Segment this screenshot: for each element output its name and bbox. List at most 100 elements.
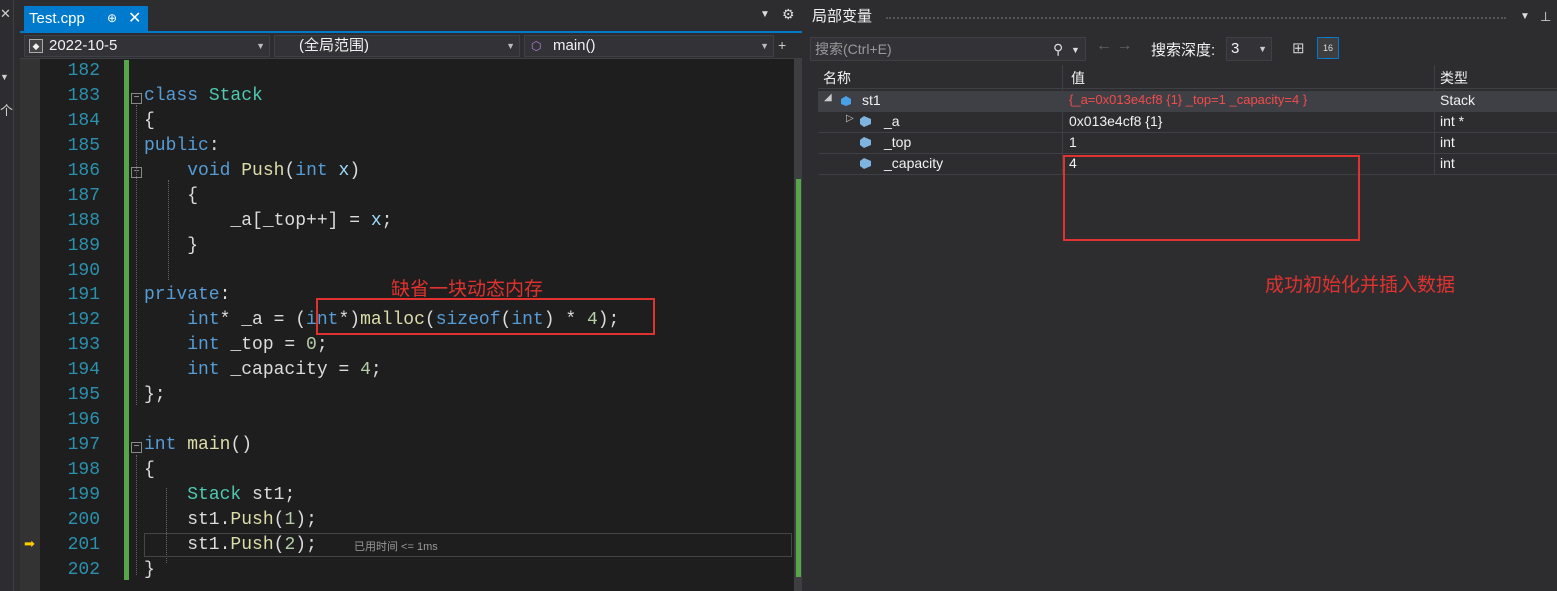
search-depth-select[interactable]: 3 ▼ [1226, 37, 1272, 61]
close-icon[interactable]: ✕ [0, 6, 11, 22]
execution-pointer-icon[interactable]: ➡ [24, 536, 35, 552]
variable-type: int [1440, 134, 1455, 150]
line-number: 182 [67, 61, 100, 81]
project-dropdown[interactable]: ◆ 2022-10-5 ▼ [24, 35, 270, 57]
line-number: 198 [67, 460, 100, 480]
tab-test-cpp[interactable]: Test.cpp ⊕ ✕ [24, 6, 148, 31]
split-editor-icon[interactable]: + [778, 37, 786, 53]
search-depth-label: 搜索深度: [1151, 42, 1216, 59]
chevron-down-icon[interactable]: ▼ [1071, 39, 1080, 61]
line-number: 188 [67, 211, 100, 231]
annotation-text-locals: 成功初始化并插入数据 [1265, 275, 1456, 296]
line-number: 200 [67, 510, 100, 530]
chevron-down-icon: ▼ [506, 41, 515, 51]
chevron-down-icon[interactable]: ▼ [0, 72, 9, 82]
line-number: 189 [67, 236, 100, 256]
line-number: 186 [67, 161, 100, 181]
function-dropdown[interactable]: ⬡ main() ▼ [524, 35, 774, 57]
column-header-value[interactable]: 值 [1071, 68, 1085, 88]
code-line: st1.Push(2); [144, 535, 317, 555]
scope-dropdown[interactable]: (全局范围) ▼ [274, 35, 520, 57]
field-icon [860, 136, 872, 148]
locals-window: 局部变量 ▼ ⊥ 搜索(Ctrl+E) ⚲ ▼ ← → 搜索深度: 3 ▼ ⊞ … [808, 0, 1557, 591]
variable-type: int [1440, 155, 1455, 171]
code-line: int _capacity = 4; [187, 360, 382, 380]
indicator-margin[interactable] [20, 59, 40, 591]
line-number: 193 [67, 335, 100, 355]
collapse-arrow-icon[interactable]: ◢ [824, 92, 832, 103]
expand-arrow-icon[interactable]: ▷ [846, 113, 854, 124]
line-number: 184 [67, 111, 100, 131]
chevron-down-icon: ▼ [760, 41, 769, 51]
structure-guide [136, 455, 137, 575]
object-icon [840, 94, 852, 106]
line-number: 192 [67, 310, 100, 330]
code-line: { [144, 460, 155, 480]
function-label: main() [553, 37, 596, 54]
line-number: 194 [67, 360, 100, 380]
annotation-box-locals [1063, 155, 1360, 241]
variable-name: _capacity [884, 155, 944, 171]
column-header-name[interactable]: 名称 [823, 68, 851, 88]
code-line: class Stack [144, 86, 263, 106]
variable-value[interactable]: 0x013e4cf8 {1} [1069, 113, 1162, 129]
table-row[interactable]: ▷ _a 0x013e4cf8 {1} int * [818, 112, 1557, 133]
line-number: 187 [67, 186, 100, 206]
code-line: st1.Push(1); [144, 510, 317, 530]
hex-display-toggle[interactable]: 16 [1317, 37, 1339, 59]
grid-header: 名称 值 类型 [818, 65, 1557, 89]
locals-search-input[interactable]: 搜索(Ctrl+E) ⚲ ▼ [810, 37, 1086, 61]
collapse-toggle[interactable]: − [131, 442, 142, 453]
editor-vertical-scrollbar[interactable] [794, 59, 802, 591]
variable-value[interactable]: {_a=0x013e4cf8 {1} _top=1 _capacity=4 } [1069, 92, 1307, 107]
line-number: 185 [67, 136, 100, 156]
variable-name: _a [884, 113, 900, 129]
close-tab-icon[interactable]: ✕ [128, 6, 141, 31]
line-number: 183 [67, 86, 100, 106]
field-icon [860, 115, 872, 127]
change-tracking-bar [124, 60, 129, 580]
project-label: 2022-10-5 [49, 37, 118, 54]
pin-icon[interactable]: ⊥ [1540, 0, 1551, 34]
toolbox-tab-char[interactable]: 个 [0, 100, 13, 119]
code-line: { [144, 111, 155, 131]
search-nav-arrows[interactable]: ← → [1096, 37, 1132, 55]
variable-value[interactable]: 1 [1069, 134, 1077, 150]
search-depth-value: 3 [1231, 40, 1240, 57]
line-number: 190 [67, 261, 100, 281]
variable-name: st1 [862, 92, 881, 108]
locals-title-bar: 局部变量 ▼ ⊥ [808, 0, 1557, 34]
variable-type: int * [1440, 113, 1465, 129]
pin-columns-icon[interactable]: ⊞ [1292, 39, 1305, 57]
line-number: 197 [67, 435, 100, 455]
document-tab-bar: Test.cpp ⊕ ✕ ▼ ⚙ [20, 0, 802, 33]
navigation-bar: ◆ 2022-10-5 ▼ (全局范围) ▼ ⬡ main() ▼ + [20, 33, 802, 59]
gear-icon[interactable]: ⚙ [782, 6, 795, 23]
tab-list-dropdown-icon[interactable]: ▼ [760, 9, 770, 20]
line-number: 196 [67, 410, 100, 430]
window-menu-icon[interactable]: ▼ [1520, 0, 1530, 34]
perf-tip-elapsed: 已用时间 <= 1ms [354, 541, 438, 553]
line-number: 201 [67, 535, 100, 555]
field-icon [860, 157, 872, 169]
left-tool-strip: ✕ ▼ 个 [0, 0, 14, 591]
line-number: 195 [67, 385, 100, 405]
code-editor: Test.cpp ⊕ ✕ ▼ ⚙ ◆ 2022-10-5 ▼ (全局范围) ▼ … [20, 0, 802, 591]
table-row[interactable]: _top 1 int [818, 133, 1557, 154]
code-line: public: [144, 136, 220, 156]
annotation-box-malloc [316, 298, 655, 335]
grip[interactable] [886, 17, 1506, 19]
locals-title: 局部变量 [812, 8, 873, 25]
search-icon[interactable]: ⚲ [1053, 38, 1063, 60]
pin-icon[interactable]: ⊕ [107, 6, 117, 31]
collapse-toggle[interactable]: − [131, 93, 142, 104]
locals-grid: 名称 值 类型 ◢ st1 {_a=0x013e4cf8 {1} _top=1 … [818, 65, 1557, 591]
table-row[interactable]: ◢ st1 {_a=0x013e4cf8 {1} _top=1 _capacit… [818, 91, 1557, 112]
scrollbar-change-marker [796, 277, 801, 577]
method-cube-icon: ⬡ [531, 39, 542, 53]
chevron-down-icon: ▼ [256, 41, 265, 51]
scope-label: (全局范围) [299, 37, 369, 54]
chevron-down-icon: ▼ [1258, 44, 1267, 54]
code-line: int main() [144, 435, 253, 455]
column-header-type[interactable]: 类型 [1440, 68, 1468, 88]
